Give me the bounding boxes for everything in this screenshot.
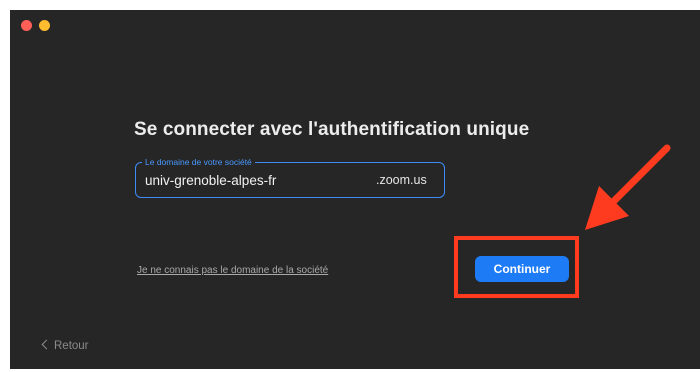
minimize-window-button[interactable] <box>39 20 50 31</box>
company-domain-label: Le domaine de votre société <box>142 156 255 168</box>
red-arrow-icon <box>585 144 671 230</box>
back-label: Retour <box>54 340 89 352</box>
domain-suffix: .zoom.us <box>376 173 427 187</box>
close-window-button[interactable] <box>21 20 32 31</box>
chevron-left-icon <box>41 339 52 350</box>
unknown-domain-link[interactable]: Je ne connais pas le domaine de la socié… <box>137 265 328 276</box>
page-title: Se connecter avec l'authentification uni… <box>134 119 530 140</box>
back-button[interactable]: Retour <box>41 339 89 352</box>
company-domain-field[interactable]: Le domaine de votre société .zoom.us <box>135 156 445 198</box>
zoom-sso-window: Se connecter avec l'authentification uni… <box>10 10 700 369</box>
continue-button[interactable]: Continuer <box>475 256 569 282</box>
company-domain-input[interactable] <box>145 171 365 189</box>
